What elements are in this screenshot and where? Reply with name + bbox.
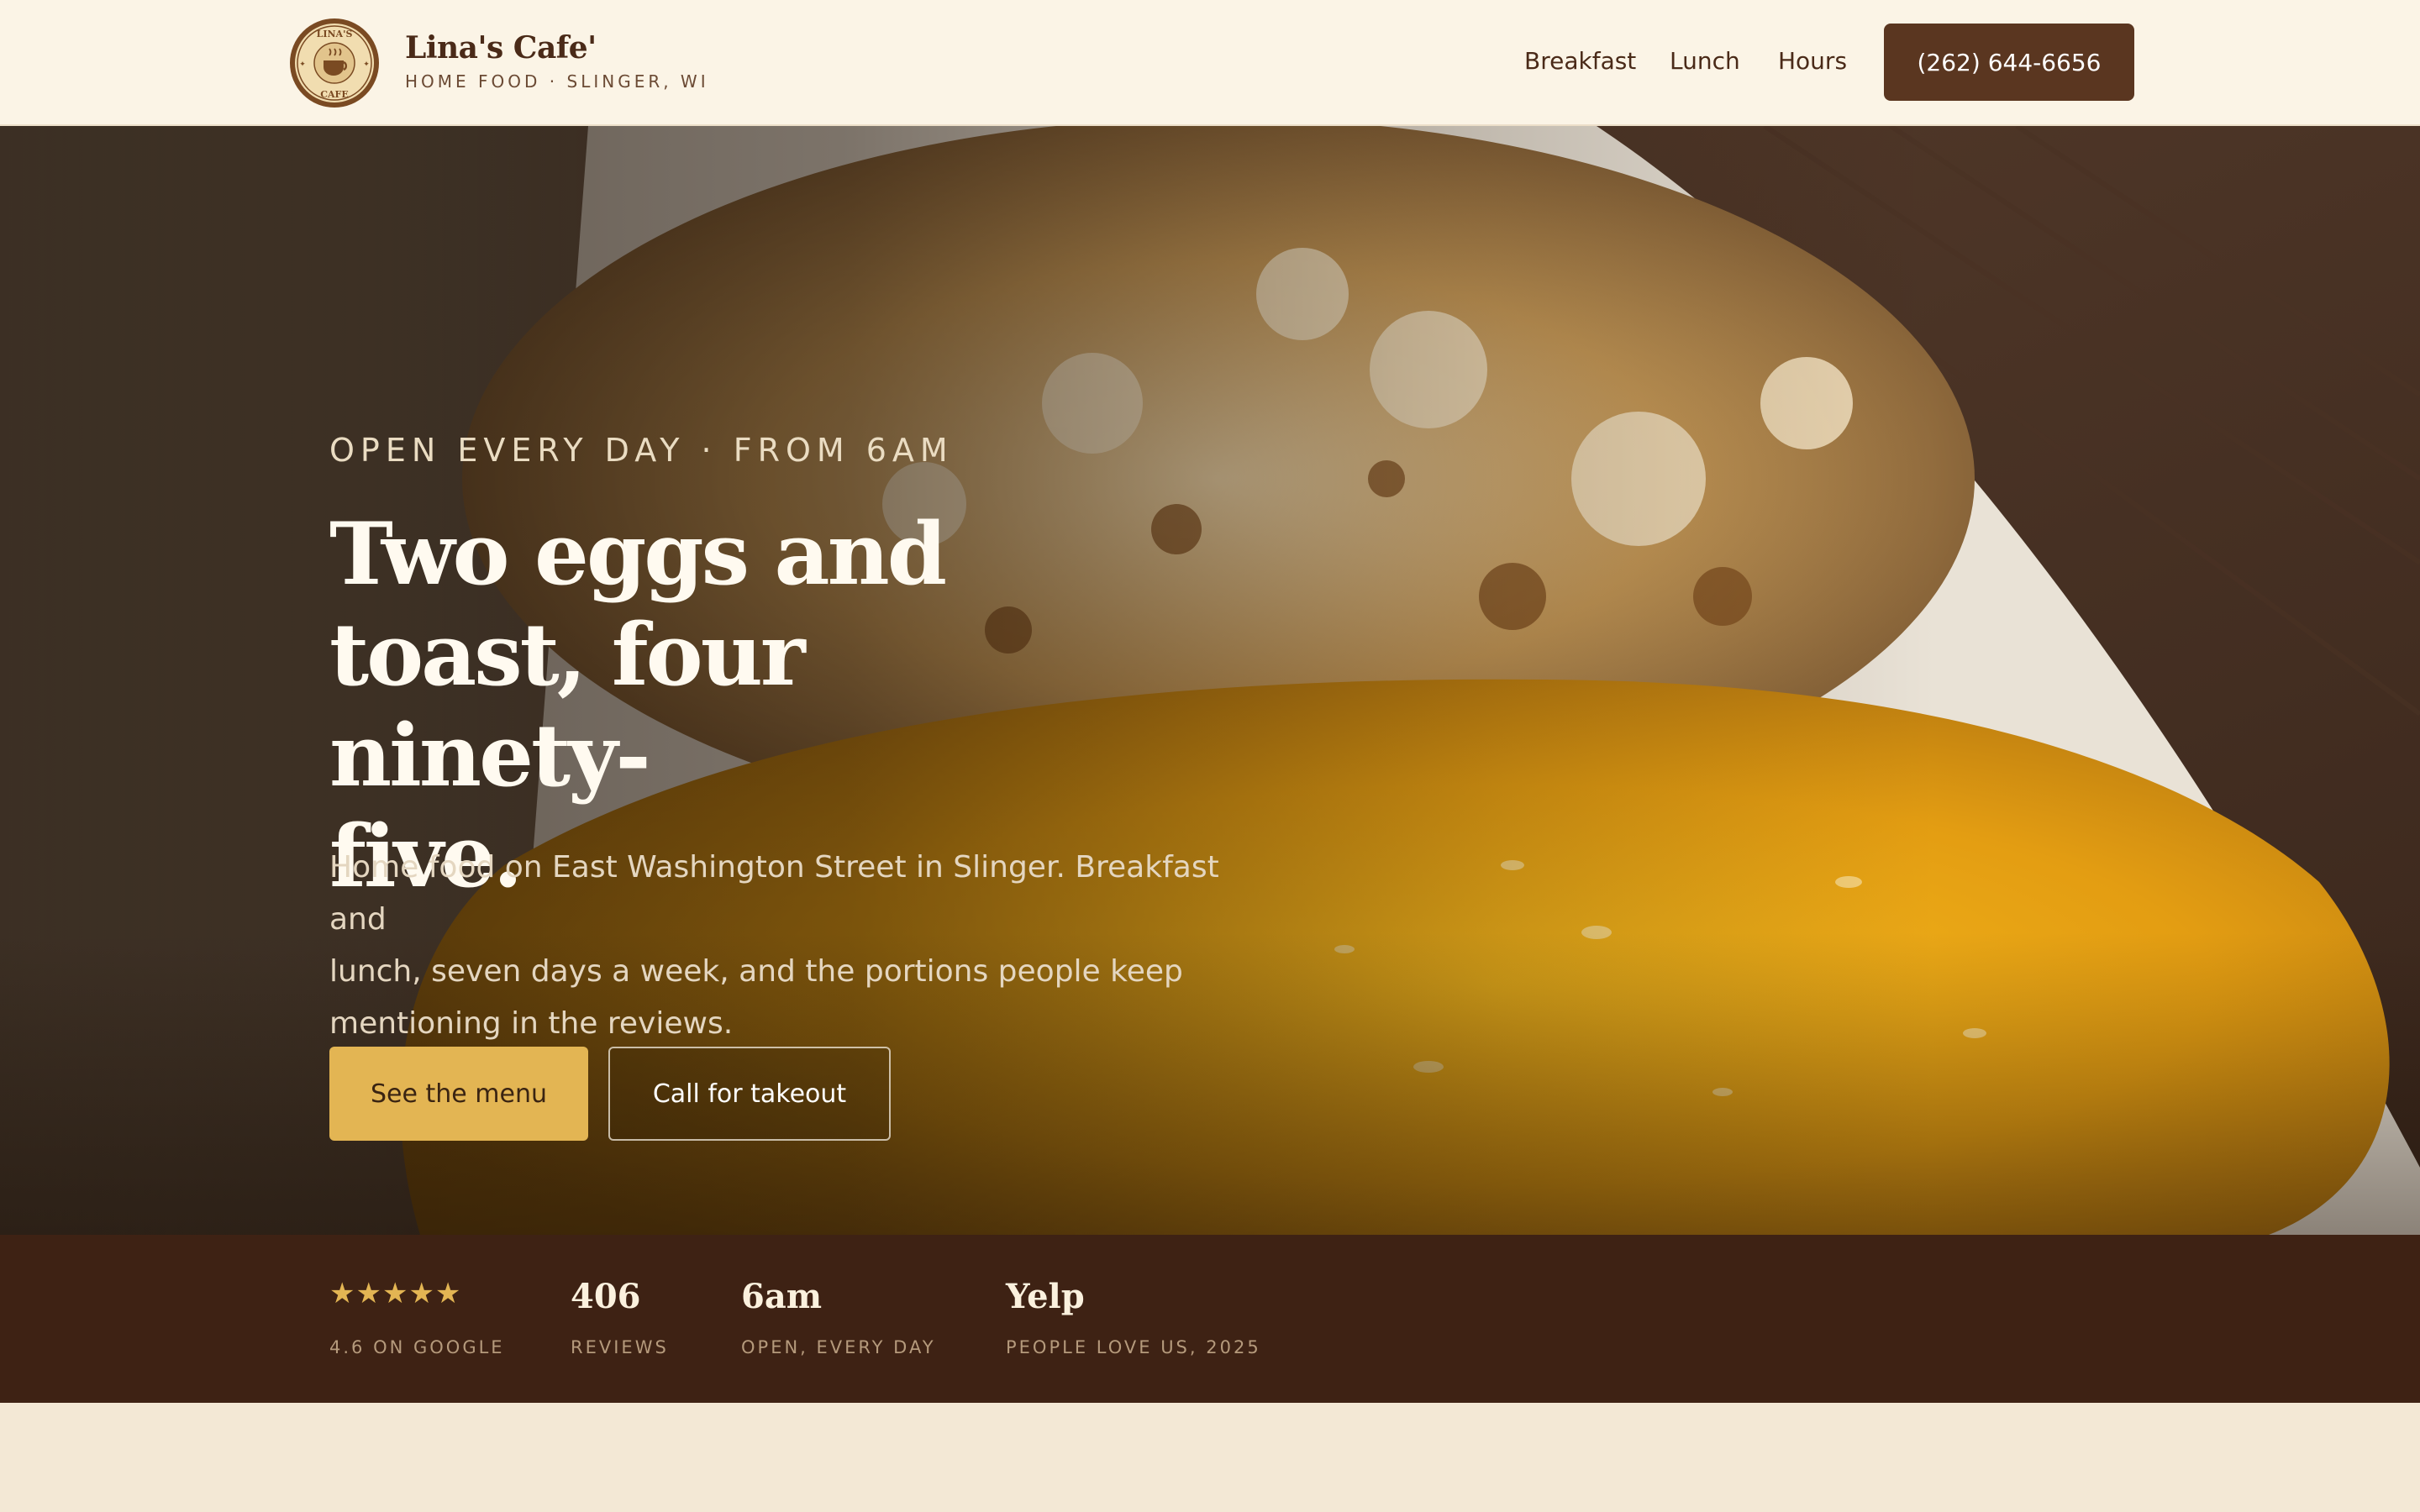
headline-line: Two eggs and xyxy=(329,504,947,605)
stat-value: 6am xyxy=(741,1277,823,1316)
cafe-logo[interactable]: LINA'S CAFE ✦ ✦ xyxy=(288,17,381,109)
description-line: lunch, seven days a week, and the portio… xyxy=(329,954,1183,989)
see-menu-button[interactable]: See the menu xyxy=(329,1047,588,1141)
description-line: Home food on East Washington Street in S… xyxy=(329,850,1219,937)
svg-text:✦: ✦ xyxy=(363,60,370,68)
headline-line: toast, four ninety- xyxy=(329,605,806,806)
stat-label: OPEN, EVERY DAY xyxy=(741,1337,936,1357)
nav-lunch[interactable]: Lunch xyxy=(1670,47,1740,75)
svg-text:LINA'S: LINA'S xyxy=(317,29,353,39)
star-rating-icon: ★★★★★ xyxy=(329,1277,462,1310)
stat-label: REVIEWS xyxy=(571,1337,669,1357)
stat-label: 4.6 ON GOOGLE xyxy=(329,1337,505,1357)
brand-tagline: HOME FOOD · SLINGER, WI xyxy=(405,71,709,92)
phone-call-button[interactable]: (262) 644-6656 xyxy=(1884,24,2134,101)
stats-band: ★★★★★ 4.6 ON GOOGLE 406 REVIEWS 6am OPEN… xyxy=(0,1235,2420,1403)
brand-name[interactable]: Lina's Cafe' xyxy=(405,30,597,66)
hero-section: OPEN EVERY DAY · FROM 6AM Two eggs and t… xyxy=(0,126,2420,1235)
stat-label: PEOPLE LOVE US, 2025 xyxy=(1006,1337,1261,1357)
nav-breakfast[interactable]: Breakfast xyxy=(1524,47,1636,75)
stat-value: Yelp xyxy=(1006,1277,1085,1316)
nav-hours[interactable]: Hours xyxy=(1778,47,1847,75)
stat-open-time: 6am OPEN, EVERY DAY xyxy=(741,1277,936,1357)
hero-eyebrow: OPEN EVERY DAY · FROM 6AM xyxy=(329,432,954,469)
stat-google-rating: ★★★★★ 4.6 ON GOOGLE xyxy=(329,1277,505,1357)
description-line: mentioning in the reviews. xyxy=(329,1006,734,1041)
stat-value: 406 xyxy=(571,1277,641,1316)
site-header: LINA'S CAFE ✦ ✦ Lina's Cafe' HOME FOOD ·… xyxy=(0,0,2420,126)
svg-text:✦: ✦ xyxy=(299,60,306,68)
call-takeout-button[interactable]: Call for takeout xyxy=(608,1047,891,1141)
stat-yelp: Yelp PEOPLE LOVE US, 2025 xyxy=(1006,1277,1261,1357)
svg-text:CAFE: CAFE xyxy=(320,89,348,100)
stat-reviews: 406 REVIEWS xyxy=(571,1277,669,1357)
hero-description: Home food on East Washington Street in S… xyxy=(329,842,1279,1050)
